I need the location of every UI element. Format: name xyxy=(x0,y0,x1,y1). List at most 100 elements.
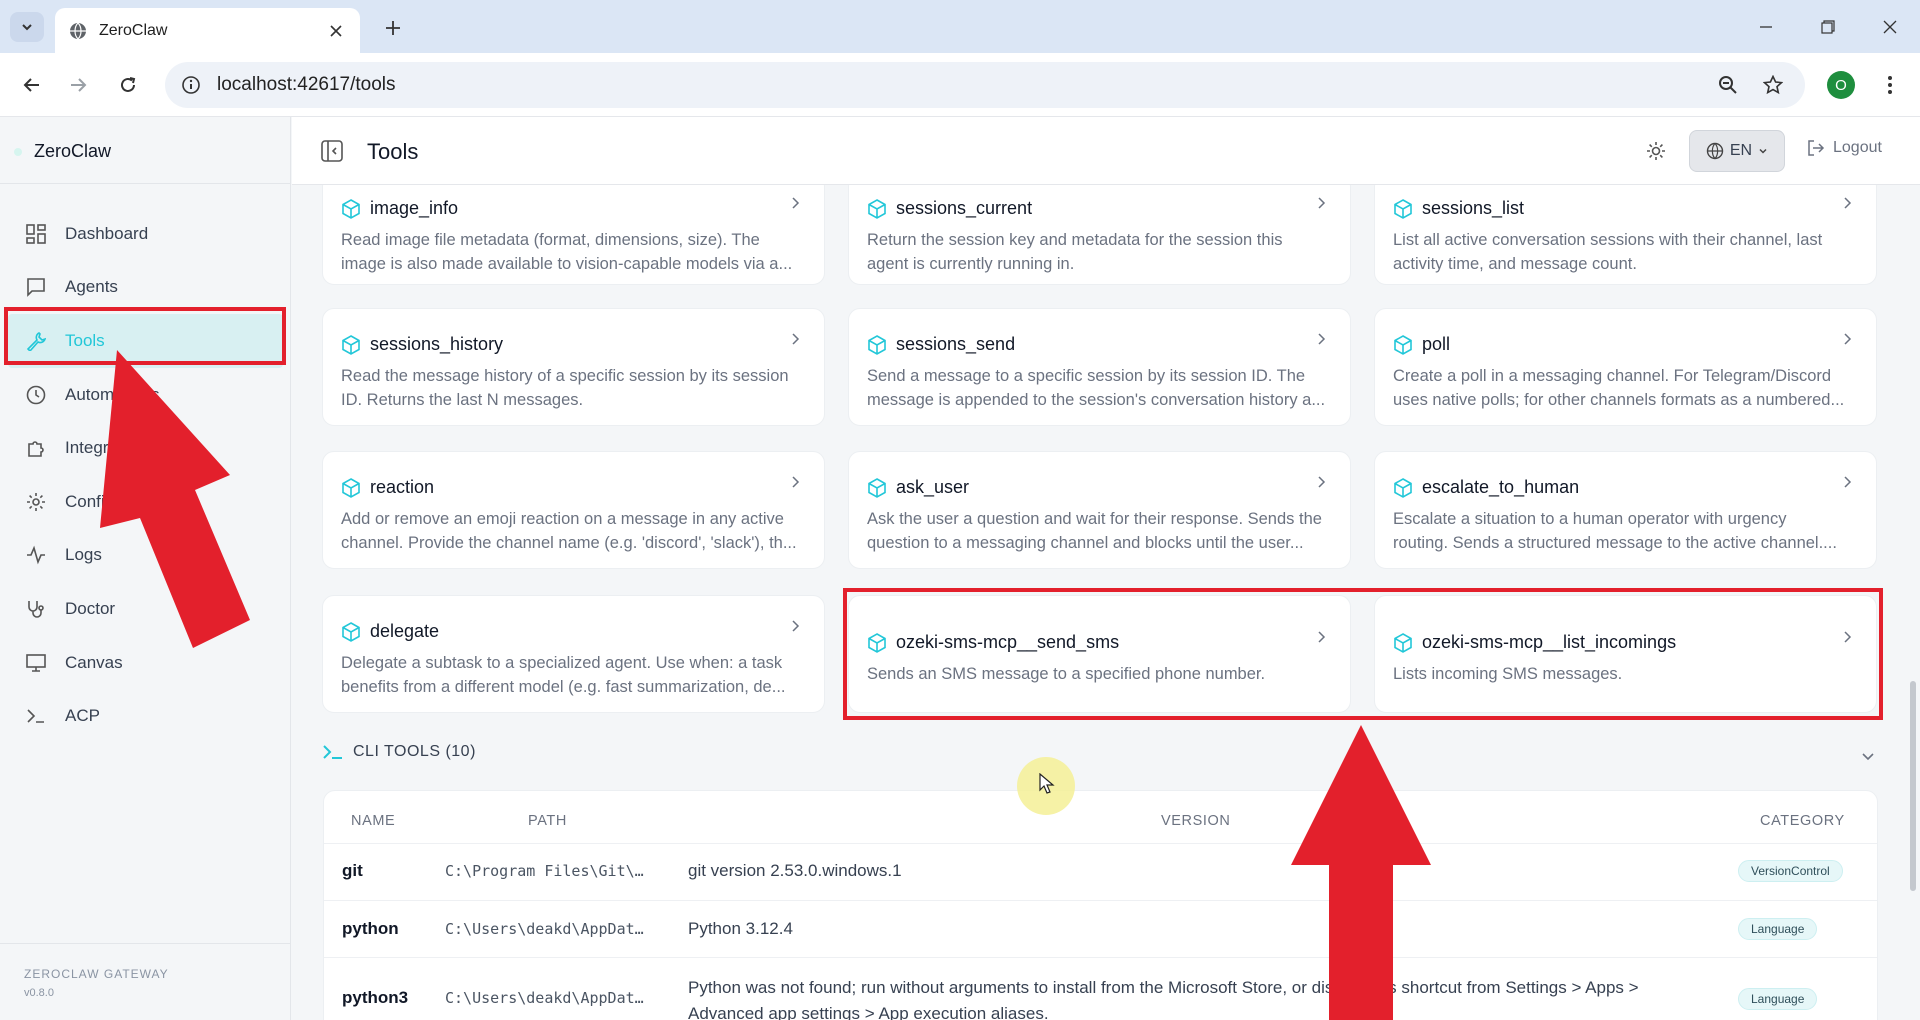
chevron-down-icon xyxy=(22,24,32,31)
plus-icon xyxy=(386,21,400,35)
chevron-down-icon[interactable] xyxy=(1860,748,1876,764)
sidebar-item-agents[interactable]: Agents xyxy=(0,261,291,315)
table-row[interactable]: python3 C:\Users\deakd\AppData\Local\Mic… xyxy=(324,957,1877,1020)
language-select[interactable]: EN xyxy=(1689,130,1785,172)
sidebar-item-acp[interactable]: ACP xyxy=(0,689,291,743)
tool-description: Add or remove an emoji reaction on a mes… xyxy=(341,507,802,555)
cube-icon xyxy=(868,199,886,219)
tool-card[interactable]: sessions_list List all active conversatio… xyxy=(1374,185,1877,285)
tool-card[interactable]: delegate Delegate a subtask to a speciali… xyxy=(322,595,825,713)
cube-icon xyxy=(342,622,360,642)
tool-description: Sends an SMS message to a specified phon… xyxy=(867,662,1328,686)
tool-description-line: image is also made available to vision-c… xyxy=(341,255,793,273)
cli-tools-table: NAME PATH VERSION CATEGORY git C:\Progra… xyxy=(323,790,1878,1020)
tool-card[interactable]: sessions_current Return the session key a… xyxy=(848,185,1351,285)
category-badge: Language xyxy=(1738,988,1818,1010)
cube-icon xyxy=(1394,199,1412,219)
chevron-down-icon xyxy=(1759,148,1767,154)
tool-card[interactable]: poll Create a poll in a messaging channel… xyxy=(1374,308,1877,426)
cube-icon xyxy=(868,335,886,355)
sidebar-item-doctor[interactable]: Doctor xyxy=(0,582,291,636)
cube-icon xyxy=(1394,478,1412,498)
logout-button[interactable]: Logout xyxy=(1807,139,1882,157)
sidebar-item-dashboard[interactable]: Dashboard xyxy=(0,207,291,261)
cli-tools-title: CLI TOOLS (10) xyxy=(353,743,476,760)
table-row[interactable]: git C:\Program Files\Git\cmd\git.exe git… xyxy=(324,843,1877,900)
bookmark-star-icon[interactable] xyxy=(1758,70,1788,100)
close-tab-icon[interactable] xyxy=(326,21,346,41)
chevron-right-icon xyxy=(792,476,800,488)
tool-description-line: Sends an SMS message to a specified phon… xyxy=(867,665,1266,683)
globe-icon xyxy=(1706,142,1724,160)
wrench-icon xyxy=(25,330,47,352)
logout-icon xyxy=(1808,140,1825,156)
forward-button[interactable] xyxy=(62,69,94,101)
tool-description-line: benefits from a different model (e.g. fa… xyxy=(341,678,786,696)
brand-name: ZeroClaw xyxy=(34,141,112,161)
table-row[interactable]: python C:\Users\deakd\AppData\Local\Prog… xyxy=(324,900,1877,957)
tool-card[interactable]: ozeki-sms-mcp__list_incomings Lists incom… xyxy=(1374,595,1877,713)
sidebar-item-tools[interactable]: Tools xyxy=(8,314,283,368)
scrollbar-thumb[interactable] xyxy=(1910,681,1916,891)
cli-tool-name: python3 xyxy=(342,988,409,1007)
tool-description: Read image file metadata (format, dimens… xyxy=(341,228,802,276)
settings-gear-icon[interactable] xyxy=(1644,139,1668,163)
tool-name: reaction xyxy=(370,477,435,497)
sidebar-item-integrations[interactable]: Integrations xyxy=(0,421,291,475)
cli-tool-version-line: Python was not found; run without argume… xyxy=(688,978,1639,997)
reload-button[interactable] xyxy=(112,69,144,101)
address-bar[interactable]: localhost:42617/tools xyxy=(165,62,1805,108)
sidebar-item-automations[interactable]: Automations xyxy=(0,368,291,422)
tool-name: escalate_to_human xyxy=(1422,477,1580,497)
tool-name: image_info xyxy=(370,198,459,218)
tool-description-line: agent is currently running in. xyxy=(867,255,1075,273)
sidebar-item-logs[interactable]: Logs xyxy=(0,529,291,583)
tool-name: delegate xyxy=(370,621,440,641)
new-tab-button[interactable] xyxy=(378,13,408,43)
sidebar-item-label: Tools xyxy=(65,330,105,350)
chevron-right-icon xyxy=(792,197,800,209)
cli-tool-path: C:\Program Files\Git\cmd\git.exe xyxy=(445,862,645,880)
tool-card[interactable]: escalate_to_human Escalate a situation to… xyxy=(1374,451,1877,569)
profile-avatar[interactable]: O xyxy=(1827,71,1855,99)
tool-card[interactable]: ask_user Ask the user a question and wait… xyxy=(848,451,1351,569)
tool-description: Read the message history of a specific s… xyxy=(341,364,802,412)
cube-icon xyxy=(342,478,360,498)
tool-description-line: Add or remove an emoji reaction on a mes… xyxy=(341,510,784,528)
tool-description: Delegate a subtask to a specialized agen… xyxy=(341,651,802,699)
cli-tool-version: Python was not found; run without argume… xyxy=(688,975,1639,1020)
cli-tools-header[interactable]: CLI TOOLS (10) xyxy=(323,743,476,761)
sidebar-toggle-icon[interactable] xyxy=(320,139,344,163)
tool-name: sessions_send xyxy=(896,334,1016,354)
tool-card[interactable]: sessions_history Read the message history… xyxy=(322,308,825,426)
puzzle-icon xyxy=(25,437,47,459)
tool-card[interactable]: reaction Add or remove an emoji reaction … xyxy=(322,451,825,569)
browser-tab[interactable]: ZeroClaw xyxy=(55,8,360,53)
reload-icon xyxy=(121,77,136,92)
tool-description: Ask the user a question and wait for the… xyxy=(867,507,1328,555)
chevron-right-icon xyxy=(1844,333,1852,345)
tool-card[interactable]: image_info Read image file metadata (form… xyxy=(322,185,825,285)
tool-card[interactable]: ozeki-sms-mcp__send_sms Sends an SMS mess… xyxy=(848,595,1351,713)
back-button[interactable] xyxy=(16,69,48,101)
sidebar-item-config[interactable]: Config xyxy=(0,475,291,529)
browser-menu-icon[interactable] xyxy=(1880,71,1900,99)
chevron-right-icon xyxy=(1844,631,1852,643)
tool-description-line: routing. Sends a structured message to t… xyxy=(1393,534,1837,552)
restore-button[interactable] xyxy=(1808,12,1848,42)
cube-icon xyxy=(342,199,360,219)
column-header-path: PATH xyxy=(528,813,567,829)
sidebar-item-canvas[interactable]: Canvas xyxy=(0,636,291,690)
cube-icon xyxy=(342,335,360,355)
sidebar-nav: Dashboard Agents Tools Automations Integ… xyxy=(0,207,291,743)
chat-icon xyxy=(25,276,47,298)
tool-card[interactable]: sessions_send Send a message to a specifi… xyxy=(848,308,1351,426)
chevron-right-icon xyxy=(1318,631,1326,643)
zoom-icon[interactable] xyxy=(1713,70,1743,100)
tab-search-button[interactable] xyxy=(10,12,44,42)
site-info-icon[interactable] xyxy=(181,75,201,95)
close-window-button[interactable] xyxy=(1870,12,1910,42)
minimize-button[interactable] xyxy=(1746,12,1786,42)
tool-name: ask_user xyxy=(896,477,970,497)
scrollbar[interactable] xyxy=(1908,185,1918,1020)
